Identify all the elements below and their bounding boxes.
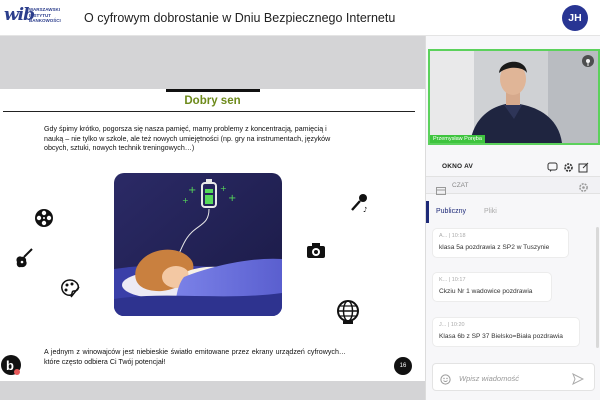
message-text: klasa 5a pozdrawia z SP2 w Tuszynie [439, 244, 550, 251]
user-avatar[interactable]: JH [562, 5, 588, 31]
chat-scrollbar[interactable] [596, 227, 599, 348]
active-tab-indicator [426, 201, 429, 223]
b-brand-icon: b [0, 353, 22, 377]
camera-icon [305, 239, 327, 261]
microphone-icon: ♪ [348, 192, 370, 214]
speaker-video[interactable]: Przemysław Poręba [428, 49, 600, 145]
page-title: O cyfrowym dobrostanie w Dniu Bezpieczne… [84, 11, 396, 25]
svg-text:+: + [228, 193, 236, 204]
message-text: Klasa 6b z SP 37 Bielsko=Biała pozdrawia [439, 333, 563, 340]
chat-settings-icon[interactable] [578, 180, 589, 192]
logo-text: WARSZAWSKI INSTYTUT BANKOWOŚCI [29, 7, 61, 24]
slide: Dobry sen Gdy śpimy krótko, pogorsza się… [0, 89, 425, 381]
palette-icon [59, 277, 81, 299]
chat-label: CZAT [452, 182, 469, 189]
message-meta: A... | 10:18 [439, 233, 466, 239]
speaker-name: Przemysław Poręba [430, 135, 485, 143]
chat-message: J... | 10:20 Klasa 6b z SP 37 Bielsko=Bi… [432, 317, 580, 347]
message-input[interactable] [459, 370, 559, 386]
b-brand-letter: b [6, 358, 14, 373]
slide-paragraph-2: A jednym z winowajców jest niebieskie św… [44, 348, 346, 366]
svg-text:+: + [220, 184, 227, 193]
svg-text:♪: ♪ [363, 206, 367, 214]
film-reel-icon [33, 207, 55, 229]
slide-page-number: 16 [394, 357, 412, 375]
slide-title-bar [166, 89, 260, 92]
guitar-icon [13, 248, 35, 270]
chat-tabs: Publiczny Pliki [426, 201, 600, 223]
globe-icon [334, 299, 362, 325]
slide-divider [3, 111, 415, 112]
emoji-icon[interactable] [440, 372, 451, 385]
chat-window-icon [436, 182, 446, 195]
message-text: Ckziu Nr 1 wadowice pozdrawia [439, 288, 533, 295]
av-window-label: OKNO AV [442, 163, 474, 170]
tab-public[interactable]: Publiczny [436, 208, 466, 215]
sleeping-girl-illustration: + + + + [114, 173, 282, 316]
slide-title: Dobry sen [184, 95, 241, 107]
chat-message: A... | 10:18 klasa 5a pozdrawia z SP2 w … [432, 228, 569, 258]
svg-text:+: + [182, 196, 189, 205]
tab-files[interactable]: Pliki [484, 208, 497, 215]
send-icon[interactable] [572, 372, 585, 386]
pin-icon[interactable] [582, 55, 594, 67]
message-meta: J... | 10:20 [439, 322, 465, 328]
av-window-bar: OKNO AV [426, 158, 600, 174]
message-meta: K... | 10:17 [439, 277, 466, 283]
message-composer [432, 363, 595, 391]
app-header: wib WARSZAWSKI INSTYTUT BANKOWOŚCI O cyf… [0, 0, 600, 36]
chat-header: CZAT [426, 176, 600, 195]
side-panel: Przemysław Poręba OKNO AV CZAT Publiczny… [425, 36, 600, 400]
chat-message: K... | 10:17 Ckziu Nr 1 wadowice pozdraw… [432, 272, 552, 302]
slide-paragraph-1: Gdy śpimy krótko, pogorsza się nasza pam… [44, 125, 331, 153]
presentation-stage: Dobry sen Gdy śpimy krótko, pogorsza się… [0, 36, 425, 400]
wib-logo[interactable]: wib WARSZAWSKI INSTYTUT BANKOWOŚCI [4, 4, 66, 32]
av-controls [547, 160, 597, 173]
svg-text:+: + [188, 185, 196, 196]
